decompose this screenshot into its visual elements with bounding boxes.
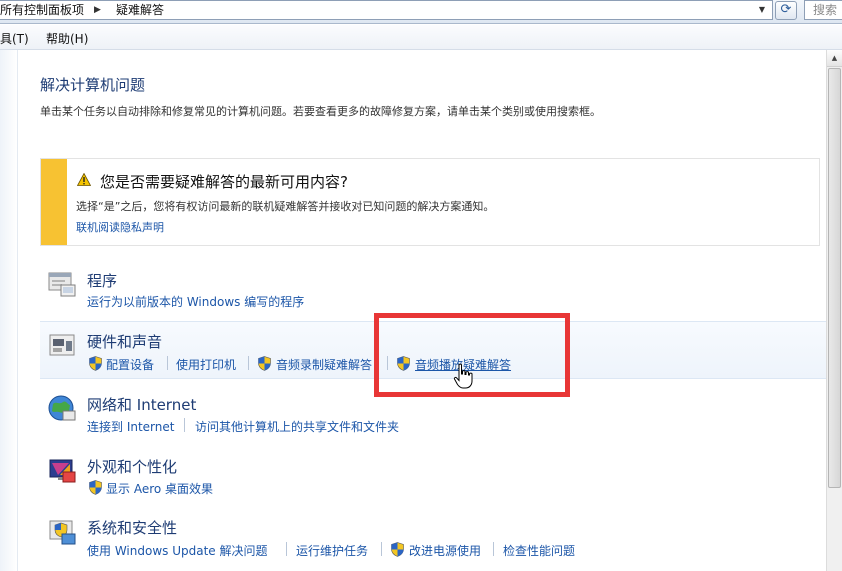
category-hardware-sound[interactable]: 硬件和声音 bbox=[87, 331, 162, 352]
category-programs[interactable]: 程序 bbox=[87, 270, 117, 291]
notice-accent-bar bbox=[41, 159, 67, 245]
task-separator bbox=[286, 542, 287, 556]
notice-title: 您是否需要疑难解答的最新可用内容? bbox=[100, 173, 348, 191]
task-run-older-programs[interactable]: 运行为以前版本的 Windows 编写的程序 bbox=[87, 293, 304, 310]
control-panel-window: 所有控制面板项 ▶ 疑难解答 ▼ ⟳ 搜索 工具(T) 帮助(H) ▲ 解决计算… bbox=[0, 0, 842, 571]
task-maintenance[interactable]: 运行维护任务 bbox=[296, 542, 368, 559]
page-description: 单击某个任务以自动排除和修复常见的计算机问题。若要查看更多的故障修复方案，请单击… bbox=[40, 105, 601, 118]
task-aero-effects[interactable]: 显示 Aero 桌面效果 bbox=[106, 480, 213, 497]
uac-shield-icon bbox=[89, 480, 102, 495]
menu-help[interactable]: 帮助(H) bbox=[46, 30, 88, 47]
task-configure-device[interactable]: 配置设备 bbox=[106, 356, 154, 373]
menu-tools[interactable]: 工具(T) bbox=[0, 30, 29, 47]
scroll-up-icon[interactable]: ▲ bbox=[827, 50, 842, 67]
navigation-pane-edge bbox=[0, 50, 18, 571]
vertical-scrollbar[interactable]: ▲ bbox=[826, 50, 842, 571]
page-title: 解决计算机问题 bbox=[40, 76, 146, 94]
task-separator bbox=[184, 418, 185, 432]
category-network[interactable]: 网络和 Internet bbox=[87, 394, 196, 415]
hand-cursor-icon bbox=[453, 363, 473, 389]
task-separator bbox=[493, 542, 494, 556]
network-icon[interactable] bbox=[46, 393, 78, 425]
uac-shield-icon bbox=[391, 542, 404, 557]
task-power-usage[interactable]: 改进电源使用 bbox=[409, 542, 481, 559]
breadcrumb-all-items[interactable]: 所有控制面板项 bbox=[0, 1, 84, 19]
breadcrumb-troubleshooting[interactable]: 疑难解答 bbox=[116, 1, 164, 19]
task-audio-recording[interactable]: 音频录制疑难解答 bbox=[276, 356, 372, 373]
uac-shield-icon bbox=[89, 356, 102, 371]
task-separator bbox=[248, 356, 249, 370]
scrollbar-thumb[interactable] bbox=[828, 68, 841, 488]
programs-icon[interactable] bbox=[46, 268, 78, 300]
chevron-down-icon[interactable]: ▼ bbox=[752, 1, 772, 19]
task-shared-files[interactable]: 访问其他计算机上的共享文件和文件夹 bbox=[195, 418, 399, 435]
refresh-button[interactable]: ⟳ bbox=[775, 1, 797, 20]
task-separator bbox=[167, 356, 168, 370]
task-performance[interactable]: 检查性能问题 bbox=[503, 542, 575, 559]
privacy-statement-link[interactable]: 联机阅读隐私声明 bbox=[76, 219, 164, 235]
warning-icon bbox=[77, 173, 91, 186]
menu-bar: 工具(T) 帮助(H) bbox=[0, 25, 842, 50]
refresh-icon: ⟳ bbox=[780, 2, 792, 17]
task-use-printer[interactable]: 使用打印机 bbox=[176, 356, 236, 373]
task-windows-update[interactable]: 使用 Windows Update 解决问题 bbox=[87, 542, 267, 559]
appearance-icon[interactable] bbox=[46, 455, 78, 487]
search-input[interactable]: 搜索 bbox=[804, 0, 842, 20]
search-placeholder: 搜索 bbox=[813, 3, 838, 17]
system-security-icon[interactable] bbox=[46, 516, 78, 548]
chevron-right-icon[interactable]: ▶ bbox=[94, 1, 101, 19]
task-connect-internet[interactable]: 连接到 Internet bbox=[87, 418, 174, 435]
task-separator bbox=[381, 542, 382, 556]
notice-body: 选择“是”之后，您将有权访问最新的联机疑难解答并接收对已知问题的解决方案通知。 bbox=[76, 200, 495, 213]
breadcrumb[interactable]: 所有控制面板项 ▶ 疑难解答 ▼ bbox=[0, 0, 773, 20]
category-system-security[interactable]: 系统和安全性 bbox=[87, 517, 177, 538]
hardware-sound-icon[interactable] bbox=[46, 329, 78, 361]
address-bar: 所有控制面板项 ▶ 疑难解答 ▼ ⟳ 搜索 bbox=[0, 0, 842, 24]
uac-shield-icon bbox=[258, 356, 271, 371]
category-appearance[interactable]: 外观和个性化 bbox=[87, 456, 177, 477]
